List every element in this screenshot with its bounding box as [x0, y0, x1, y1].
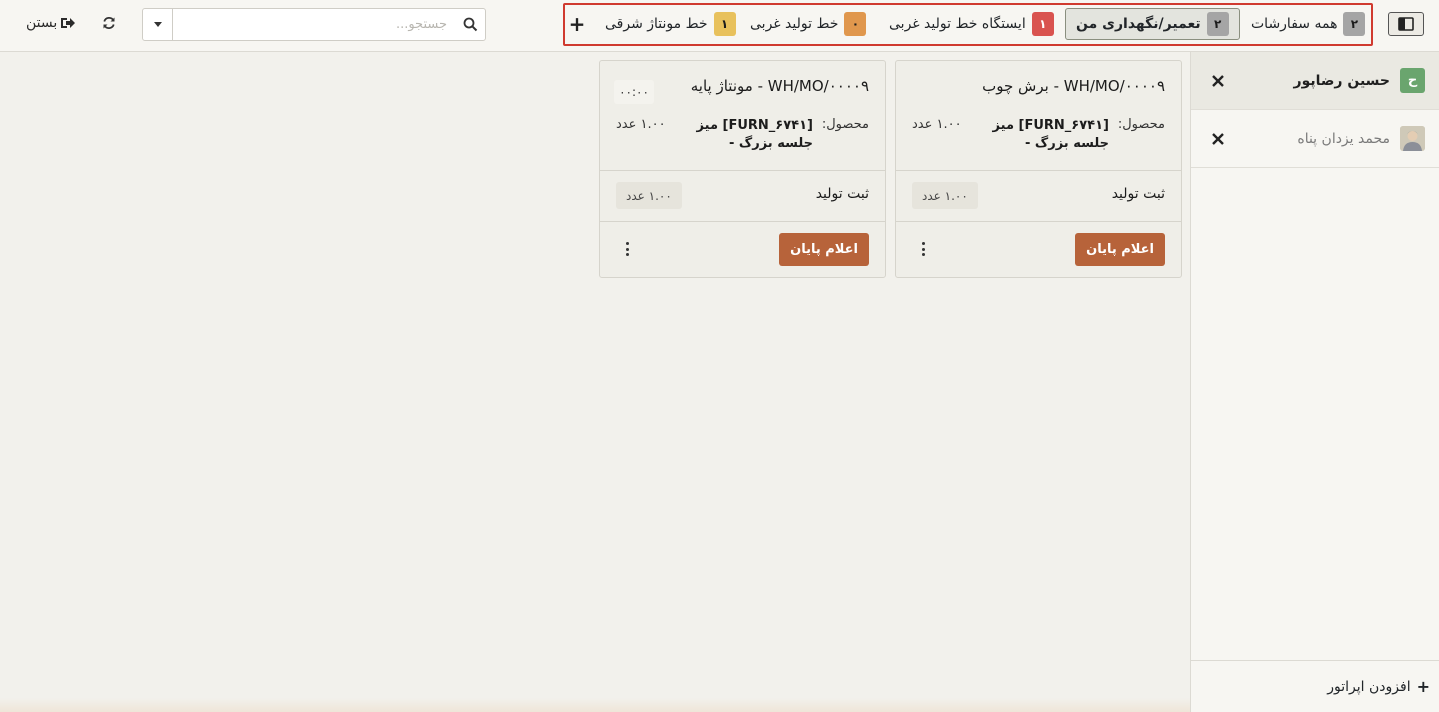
tab-west-production-line[interactable]: ۰ خط تولید غربی — [746, 10, 870, 37]
card-header: WH/MO/۰۰۰۰۹ - مونتاژ پایه ۰۰:۰۰ محصول: [… — [600, 61, 885, 171]
avatar: ح — [1400, 68, 1425, 93]
tab-label: خط مونتاژ شرقی — [605, 15, 708, 32]
timer-badge: ۰۰:۰۰ — [614, 80, 654, 104]
step-quantity-badge[interactable]: ۱.۰۰ عدد — [616, 182, 682, 209]
search-icon — [455, 9, 485, 40]
product-label: محصول: — [821, 117, 869, 132]
tab-label: تعمیر/نگهداری من — [1076, 16, 1201, 32]
plus-icon: + — [1416, 677, 1430, 696]
add-operator-label: افزودن اپراتور — [1327, 678, 1411, 695]
bottom-fade — [0, 698, 1190, 712]
refresh-button[interactable] — [99, 13, 119, 33]
close-button[interactable]: بستن — [26, 12, 76, 34]
refresh-icon — [103, 16, 115, 30]
step-quantity-badge[interactable]: ۱.۰۰ عدد — [912, 182, 978, 209]
tab-label: ایستگاه خط تولید غربی — [889, 15, 1026, 32]
operator-item-active[interactable]: ح حسین رضاپور — [1191, 52, 1439, 110]
tab-count: ۰ — [844, 11, 867, 36]
panel-toggle-button[interactable] — [1388, 12, 1424, 36]
add-operator-button[interactable]: + افزودن اپراتور — [1191, 660, 1439, 712]
more-options-icon[interactable] — [618, 240, 636, 258]
tab-label: همه سفارشات — [1251, 15, 1338, 32]
step-label: ثبت تولید — [815, 186, 869, 202]
tab-count: ۲ — [1343, 11, 1366, 36]
tab-all-orders[interactable]: ۲ همه سفارشات — [1247, 10, 1369, 37]
tab-count: ۲ — [1206, 12, 1229, 36]
operator-item[interactable]: محمد یزدان پناه — [1191, 110, 1439, 168]
search-input[interactable] — [173, 9, 455, 40]
step-label: ثبت تولید — [1111, 186, 1165, 202]
step-row[interactable]: ثبت تولید ۱.۰۰ عدد — [600, 171, 885, 222]
remove-operator-icon[interactable] — [1209, 130, 1227, 148]
card-actions: اعلام پایان — [896, 222, 1181, 278]
close-label: بستن — [26, 15, 58, 31]
more-options-icon[interactable] — [914, 240, 932, 258]
mark-done-button[interactable]: اعلام پایان — [1075, 233, 1165, 266]
add-workcenter-button[interactable]: + — [566, 12, 588, 36]
workorder-card[interactable]: WH/MO/۰۰۰۰۹ - مونتاژ پایه ۰۰:۰۰ محصول: [… — [599, 60, 886, 278]
caret-down-icon — [153, 22, 162, 27]
operator-name: محمد یزدان پناه — [1297, 130, 1390, 147]
product-quantity: ۱.۰۰ عدد — [912, 117, 962, 132]
avatar — [1400, 126, 1425, 151]
card-title: WH/MO/۰۰۰۰۹ - مونتاژ پایه — [690, 77, 869, 95]
mark-done-button[interactable]: اعلام پایان — [779, 233, 869, 266]
sidebar-toggle-icon — [1398, 17, 1414, 31]
product-name: [FURN_۶۷۴۱] میز جلسه بزرگ - — [992, 118, 1109, 151]
tab-count: ۱ — [1031, 11, 1054, 36]
search-box — [142, 8, 486, 41]
top-bar: بستن + ۲ همه سفارشات — [0, 0, 1439, 52]
product-label: محصول: — [1117, 117, 1165, 132]
card-title: WH/MO/۰۰۰۰۹ - برش چوب — [982, 77, 1165, 95]
remove-operator-icon[interactable] — [1209, 72, 1227, 90]
operator-name: حسین رضاپور — [1293, 72, 1390, 89]
tab-label: خط تولید غربی — [750, 15, 839, 32]
product-name: [FURN_۶۷۴۱] میز جلسه بزرگ - — [696, 118, 813, 151]
plus-icon: + — [568, 12, 586, 36]
tab-my-maintenance[interactable]: ۲ تعمیر/نگهداری من — [1065, 8, 1240, 40]
search-filter-toggle[interactable] — [143, 9, 173, 40]
tab-east-assembly-line[interactable]: ۱ خط مونتاژ شرقی — [601, 10, 740, 37]
step-row[interactable]: ثبت تولید ۱.۰۰ عدد — [896, 171, 1181, 222]
card-actions: اعلام پایان — [600, 222, 885, 278]
workorder-card[interactable]: WH/MO/۰۰۰۰۹ - برش چوب محصول: [FURN_۶۷۴۱]… — [895, 60, 1182, 278]
tab-count: ۱ — [713, 11, 736, 36]
card-header: WH/MO/۰۰۰۰۹ - برش چوب محصول: [FURN_۶۷۴۱]… — [896, 61, 1181, 171]
sign-out-icon — [61, 18, 76, 28]
product-quantity: ۱.۰۰ عدد — [616, 117, 666, 132]
tab-west-line-station[interactable]: ۱ ایستگاه خط تولید غربی — [885, 10, 1058, 37]
operators-panel: ح حسین رضاپور محمد یزدان پناه + افزودن ا… — [1190, 52, 1439, 712]
